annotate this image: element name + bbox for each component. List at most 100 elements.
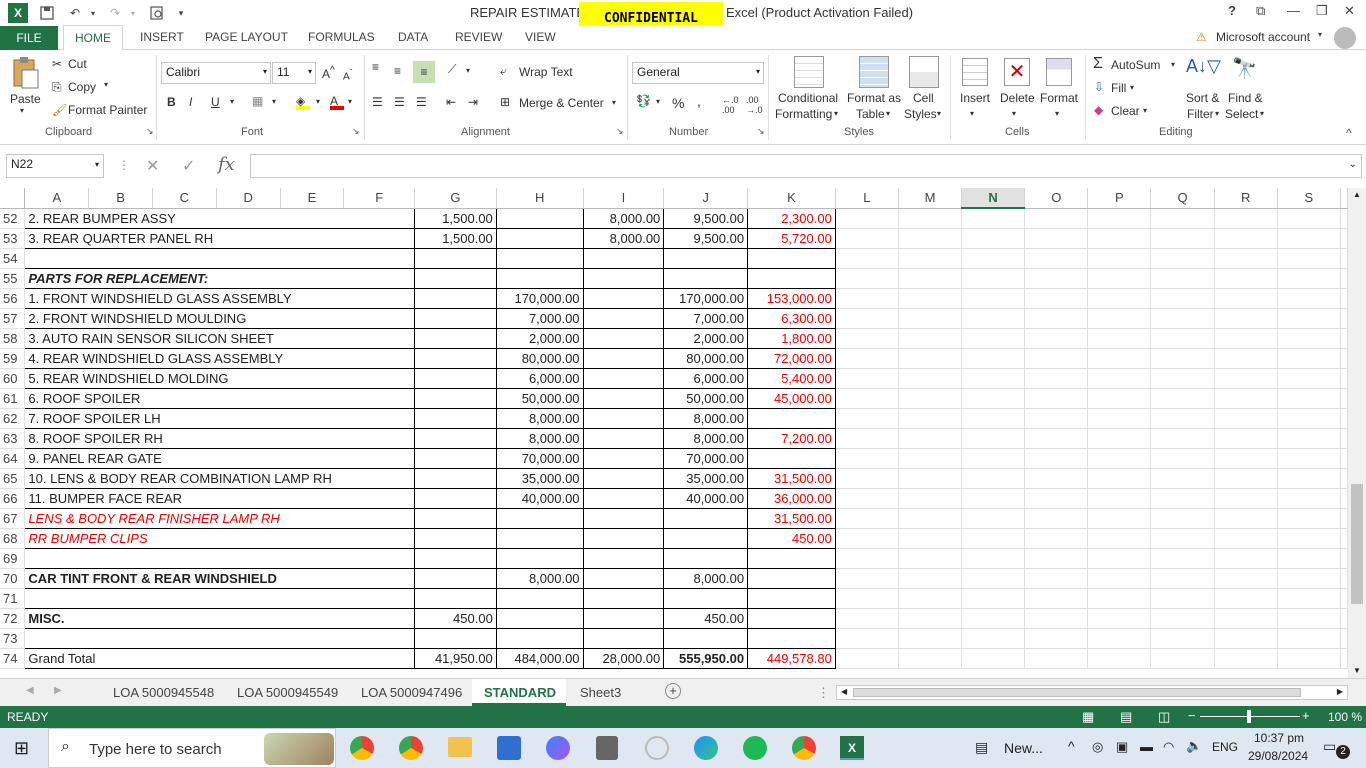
column-header-b[interactable]: B	[88, 188, 153, 209]
cell-description[interactable]	[24, 248, 416, 269]
cell-empty[interactable]	[961, 248, 1026, 269]
align-right-icon[interactable]: ☰	[416, 95, 427, 109]
cell-i[interactable]	[583, 628, 665, 649]
cell-empty[interactable]	[898, 228, 963, 249]
cell-empty[interactable]	[1214, 548, 1278, 569]
cell-empty[interactable]	[898, 548, 963, 569]
cell-empty[interactable]	[1024, 448, 1089, 469]
cell-g[interactable]	[414, 528, 497, 549]
cell-empty[interactable]	[1150, 308, 1215, 329]
cell-empty[interactable]	[898, 428, 963, 449]
cell-empty[interactable]	[1214, 268, 1278, 289]
cell-k[interactable]	[747, 268, 836, 289]
cell-empty[interactable]	[1024, 508, 1089, 529]
cell-i[interactable]	[583, 348, 665, 369]
tab-view[interactable]: VIEW	[525, 30, 556, 44]
cell-g[interactable]: 450.00	[414, 608, 497, 629]
cell-h[interactable]: 50,000.00	[496, 388, 584, 409]
cell-description[interactable]: PARTS FOR REPLACEMENT:	[24, 268, 416, 289]
column-header-p[interactable]: P	[1087, 188, 1152, 209]
cell-empty[interactable]	[898, 248, 963, 269]
cell-description[interactable]: 7. ROOF SPOILER LH	[24, 408, 416, 429]
cell-j[interactable]: 8,000.00	[663, 428, 749, 449]
cell-i[interactable]	[583, 468, 665, 489]
cell-j[interactable]: 80,000.00	[663, 348, 749, 369]
cell-description[interactable]: LENS & BODY REAR FINISHER LAMP RH	[24, 508, 416, 529]
cell-j[interactable]	[663, 508, 749, 529]
cell-g[interactable]	[414, 588, 497, 609]
scroll-thumb[interactable]	[1351, 484, 1363, 604]
cut-button[interactable]: Cut	[68, 57, 87, 71]
cell-empty[interactable]	[898, 508, 963, 529]
bold-button[interactable]: B	[167, 95, 176, 109]
cell-empty[interactable]	[961, 328, 1026, 349]
cell-empty[interactable]	[835, 388, 899, 409]
cell-empty[interactable]	[1277, 588, 1342, 609]
cell-empty[interactable]	[1150, 388, 1215, 409]
cell-empty[interactable]	[961, 368, 1026, 389]
cell-g[interactable]	[414, 388, 497, 409]
cell-empty[interactable]	[835, 348, 899, 369]
cell-empty[interactable]	[1214, 528, 1278, 549]
calendar-icon[interactable]	[497, 736, 521, 760]
cell-empty[interactable]	[835, 228, 899, 249]
cell-styles-label-1[interactable]: Cell	[913, 91, 934, 105]
cell-empty[interactable]	[835, 288, 899, 309]
cell-empty[interactable]	[961, 528, 1026, 549]
cell-empty[interactable]	[1024, 548, 1089, 569]
column-header-a[interactable]: A	[24, 188, 90, 209]
paste-button[interactable]: Paste	[10, 92, 41, 106]
column-header-s[interactable]: S	[1277, 188, 1342, 209]
underline-dropdown-icon[interactable]: ▾	[230, 97, 234, 106]
format-button[interactable]: Format	[1040, 91, 1078, 105]
cell-empty[interactable]	[1340, 408, 1348, 429]
cell-empty[interactable]	[1340, 488, 1348, 509]
cell-empty[interactable]	[1340, 368, 1348, 389]
cell-i[interactable]: 28,000.00	[583, 648, 665, 669]
cell-empty[interactable]	[835, 488, 899, 509]
cell-g[interactable]	[414, 248, 497, 269]
sheet-tab-loa-5000945549[interactable]: LOA 5000945549	[237, 685, 338, 700]
sheet-tab-standard[interactable]: STANDARD	[484, 685, 556, 700]
scroll-right-icon[interactable]: ▶	[1337, 687, 1343, 696]
cell-empty[interactable]	[961, 468, 1026, 489]
sheet-tab-sheet3[interactable]: Sheet3	[580, 685, 621, 700]
account-dropdown-icon[interactable]: ▾	[1318, 30, 1322, 39]
cell-empty[interactable]	[1150, 568, 1215, 589]
cell-i[interactable]	[583, 548, 665, 569]
cell-empty[interactable]	[961, 648, 1026, 669]
format-painter-button[interactable]: Format Painter	[68, 103, 147, 117]
column-header-d[interactable]: D	[216, 188, 281, 209]
cell-empty[interactable]	[1214, 628, 1278, 649]
cell-empty[interactable]	[1277, 268, 1342, 289]
zoom-level[interactable]: 100 %	[1328, 710, 1362, 724]
cell-empty[interactable]	[1024, 428, 1089, 449]
ribbon-display-icon[interactable]: ⧉	[1256, 3, 1265, 19]
cell-empty[interactable]	[1340, 608, 1348, 629]
cell-empty[interactable]	[1024, 588, 1089, 609]
row-header[interactable]: 73	[0, 628, 26, 649]
zoom-slider-thumb[interactable]	[1247, 710, 1251, 723]
cell-empty[interactable]	[1277, 288, 1342, 309]
cell-empty[interactable]	[961, 228, 1026, 249]
cell-h[interactable]	[496, 268, 584, 289]
h-scroll-thumb[interactable]	[853, 688, 1301, 697]
cell-description[interactable]: 1. FRONT WINDSHIELD GLASS ASSEMBLY	[24, 288, 416, 309]
cell-empty[interactable]	[1214, 508, 1278, 529]
row-header[interactable]: 56	[0, 288, 26, 309]
delete-dropdown-icon[interactable]: ▾	[1012, 109, 1016, 118]
cell-empty[interactable]	[835, 268, 899, 289]
cell-empty[interactable]	[961, 428, 1026, 449]
cell-empty[interactable]	[961, 588, 1026, 609]
clipboard-launcher-icon[interactable]: ↘	[146, 126, 154, 137]
cell-empty[interactable]	[898, 208, 963, 229]
cell-empty[interactable]	[1214, 368, 1278, 389]
column-header-c[interactable]: C	[152, 188, 217, 209]
app-icon[interactable]	[645, 736, 669, 760]
scroll-down-icon[interactable]: ▼	[1353, 666, 1361, 675]
minimize-icon[interactable]: —	[1287, 3, 1300, 18]
cell-empty[interactable]	[1214, 488, 1278, 509]
cell-i[interactable]	[583, 388, 665, 409]
cell-h[interactable]: 8,000.00	[496, 568, 584, 589]
cell-j[interactable]: 50,000.00	[663, 388, 749, 409]
